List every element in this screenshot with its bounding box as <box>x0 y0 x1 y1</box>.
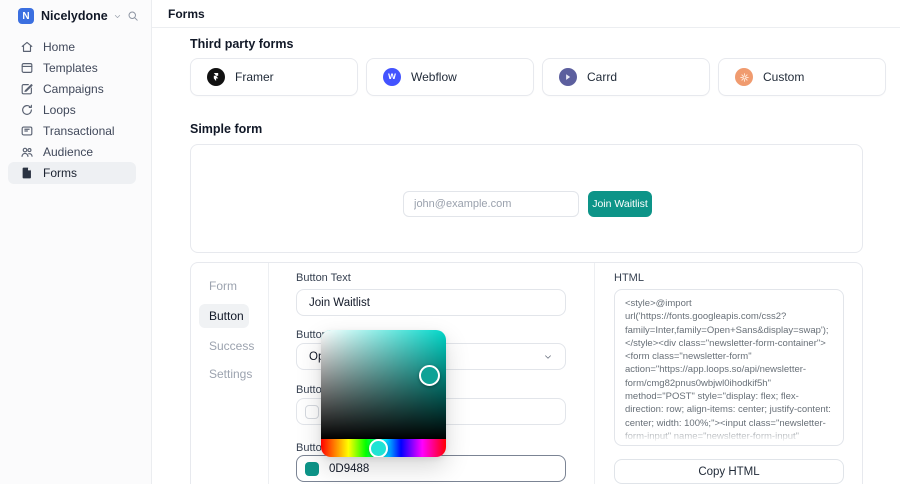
chevron-down-icon <box>113 12 122 21</box>
search-icon[interactable] <box>127 10 139 22</box>
chevron-down-icon <box>543 352 553 362</box>
sidebar-item-campaigns[interactable]: Campaigns <box>8 78 136 99</box>
divider <box>594 263 595 484</box>
forms-icon <box>20 166 34 180</box>
preview-email-input[interactable] <box>403 191 579 217</box>
saturation-handle[interactable] <box>419 365 440 386</box>
form-preview-card: Join Waitlist <box>190 144 863 253</box>
sidebar-item-home[interactable]: Home <box>8 36 136 57</box>
app-window: N Nicelydone Home Templates Campaigns Lo… <box>0 0 900 484</box>
campaigns-icon <box>20 82 34 96</box>
sidebar-item-label: Home <box>43 39 76 54</box>
tab-success[interactable]: Success <box>209 339 254 353</box>
framer-icon <box>207 68 225 86</box>
workspace-name: Nicelydone <box>41 9 108 23</box>
custom-card[interactable]: Custom <box>718 58 886 96</box>
html-code-block[interactable]: <style>@import url('https://fonts.google… <box>614 289 844 446</box>
carrd-icon <box>559 68 577 86</box>
hue-handle[interactable] <box>369 439 388 457</box>
main-content: Third party forms Framer w Webflow Carrd <box>152 28 900 484</box>
page-title: Forms <box>168 6 205 21</box>
hex-color-field[interactable] <box>329 462 509 475</box>
copy-html-button[interactable]: Copy HTML <box>614 459 844 484</box>
card-label: Framer <box>235 70 274 84</box>
templates-icon <box>20 61 34 75</box>
button-color-input[interactable] <box>296 455 566 482</box>
sidebar-item-forms[interactable]: Forms <box>8 162 136 184</box>
form-preview: Join Waitlist <box>403 191 652 217</box>
sidebar-item-label: Transactional <box>43 123 115 138</box>
saturation-area[interactable] <box>321 330 446 439</box>
workspace-switcher[interactable]: N Nicelydone <box>0 0 151 32</box>
webflow-icon: w <box>383 68 401 86</box>
simple-form-heading: Simple form <box>190 122 263 136</box>
html-panel-label: HTML <box>614 272 644 284</box>
button-text-input[interactable] <box>296 289 566 316</box>
workspace-logo: N <box>18 8 34 24</box>
color-picker-popup <box>321 330 446 457</box>
hue-slider[interactable] <box>321 439 446 457</box>
sidebar-item-label: Audience <box>43 144 94 159</box>
sidebar-item-label: Forms <box>43 166 77 180</box>
join-waitlist-button[interactable]: Join Waitlist <box>588 191 652 217</box>
sidebar-item-label: Campaigns <box>43 81 104 96</box>
page-header: Forms <box>152 0 900 28</box>
transactional-icon <box>20 124 34 138</box>
audience-icon <box>20 145 34 159</box>
home-icon <box>20 40 34 54</box>
sidebar: N Nicelydone Home Templates Campaigns Lo… <box>0 0 152 484</box>
sidebar-item-transactional[interactable]: Transactional <box>8 120 136 141</box>
third-party-cards: Framer w Webflow Carrd Custom <box>190 58 886 96</box>
editor-tabs: Form Button Success Settings <box>191 263 269 484</box>
webflow-card[interactable]: w Webflow <box>366 58 534 96</box>
card-label: Carrd <box>587 70 618 84</box>
custom-icon <box>735 68 753 86</box>
tab-button[interactable]: Button <box>199 304 249 328</box>
sidebar-item-label: Templates <box>43 60 98 75</box>
white-color-swatch[interactable] <box>305 404 319 419</box>
loops-icon <box>20 103 34 117</box>
sidebar-item-loops[interactable]: Loops <box>8 99 136 120</box>
sidebar-item-label: Loops <box>43 102 76 117</box>
card-label: Custom <box>763 70 805 84</box>
third-party-forms-heading: Third party forms <box>190 37 294 51</box>
sidebar-item-templates[interactable]: Templates <box>8 57 136 78</box>
carrd-card[interactable]: Carrd <box>542 58 710 96</box>
sidebar-nav: Home Templates Campaigns Loops Transacti… <box>0 36 151 184</box>
teal-color-swatch[interactable] <box>305 461 319 476</box>
form-editor-panel: Form Button Success Settings Button Text… <box>190 262 863 484</box>
button-text-label: Button Text <box>296 272 351 284</box>
card-label: Webflow <box>411 70 457 84</box>
sidebar-item-audience[interactable]: Audience <box>8 141 136 162</box>
framer-card[interactable]: Framer <box>190 58 358 96</box>
tab-form[interactable]: Form <box>209 279 237 293</box>
tab-settings[interactable]: Settings <box>209 367 252 381</box>
